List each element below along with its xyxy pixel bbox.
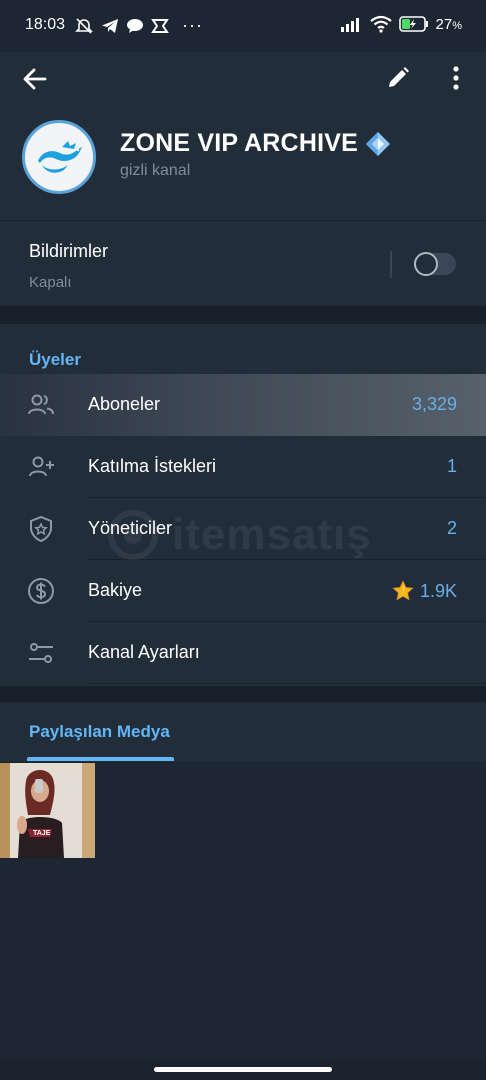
channel-info-screen: 18:03 ··· 27% ZONE VIP ARCHIVE gizli kan… [0, 0, 486, 1080]
admins-count: 2 [446, 518, 457, 538]
alarm-off-icon [75, 17, 93, 34]
more-vertical-icon [453, 66, 459, 90]
channel-avatar[interactable] [22, 120, 96, 194]
pencil-icon [389, 67, 409, 87]
shared-media-section: Paylaşılan Medya TAJE [0, 702, 486, 1060]
notifications-toggle[interactable] [414, 252, 456, 276]
join-requests-count: 1 [446, 456, 457, 476]
active-tab-indicator [27, 757, 174, 761]
star-emoji-icon [392, 580, 414, 601]
home-gesture-bar[interactable] [154, 1067, 332, 1072]
back-button[interactable] [20, 64, 50, 94]
notifications-title: Bildirimler [29, 241, 109, 261]
battery-charging-icon [398, 16, 428, 32]
members-section: Üyeler Aboneler 3,329 Katılma İstekleri … [0, 324, 486, 686]
members-section-title: Üyeler [29, 350, 81, 369]
list-item-join-requests[interactable]: Katılma İstekleri 1 [0, 436, 486, 498]
notifications-status: Kapalı [29, 274, 72, 291]
list-item-label: Bakiye [88, 580, 143, 600]
shield-star-icon [30, 515, 52, 543]
channel-title: ZONE VIP ARCHIVE [120, 129, 392, 158]
channel-header: ZONE VIP ARCHIVE gizli kanal [0, 52, 486, 220]
list-item-subscribers[interactable]: Aboneler 3,329 [0, 374, 486, 436]
section-gap [0, 686, 486, 702]
subscriber-count: 3,329 [411, 394, 457, 414]
arrow-back-icon [23, 68, 47, 90]
list-item-label: Katılma İstekleri [88, 456, 217, 476]
tab-shared-media[interactable]: Paylaşılan Medya [29, 722, 170, 742]
wifi-icon [369, 15, 392, 33]
sliders-icon [29, 643, 53, 663]
divider [390, 251, 392, 278]
battery-percent: 27% [435, 15, 462, 33]
photo-thumbnail-image: TAJE [0, 763, 95, 858]
people-icon [28, 394, 54, 415]
status-bar: 18:03 ··· 27% [0, 0, 486, 52]
add-person-icon [29, 456, 54, 477]
edit-button[interactable] [384, 64, 412, 92]
capcut-icon [151, 18, 169, 33]
signal-icon [340, 18, 359, 32]
list-item-label: Aboneler [88, 394, 161, 414]
channel-type: gizli kanal [120, 162, 191, 179]
section-gap [0, 306, 486, 324]
diamond-emoji-icon [365, 131, 390, 156]
more-dots-icon: ··· [182, 15, 203, 35]
chat-bubble-icon [127, 18, 143, 33]
status-time: 18:03 [25, 16, 66, 33]
more-options-button[interactable] [444, 64, 468, 94]
status-left-icons: ··· [74, 15, 203, 36]
list-item-label: Kanal Ayarları [88, 642, 200, 662]
balance-value: 1.9K [392, 580, 457, 602]
dragon-logo-icon [38, 141, 82, 173]
list-item-label: Yöneticiler [88, 518, 173, 538]
balance-amount: 1.9K [419, 580, 457, 601]
list-item-admins[interactable]: Yöneticiler 2 [0, 498, 486, 560]
system-nav-bar [0, 1060, 486, 1080]
row-separator [88, 683, 486, 684]
toggle-knob [414, 252, 438, 276]
dollar-circle-icon [28, 578, 54, 604]
media-thumbnail[interactable]: TAJE [0, 763, 95, 858]
channel-name: ZONE VIP ARCHIVE [120, 129, 358, 157]
list-item-channel-settings[interactable]: Kanal Ayarları [0, 622, 486, 684]
status-right-icons: 27% [340, 15, 462, 33]
list-item-balance[interactable]: Bakiye 1.9K [0, 560, 486, 622]
media-tab-bar: Paylaşılan Medya [0, 702, 486, 763]
telegram-icon [102, 18, 118, 33]
svg-text:TAJE: TAJE [33, 830, 51, 837]
notifications-row[interactable]: Bildirimler Kapalı [0, 220, 486, 307]
